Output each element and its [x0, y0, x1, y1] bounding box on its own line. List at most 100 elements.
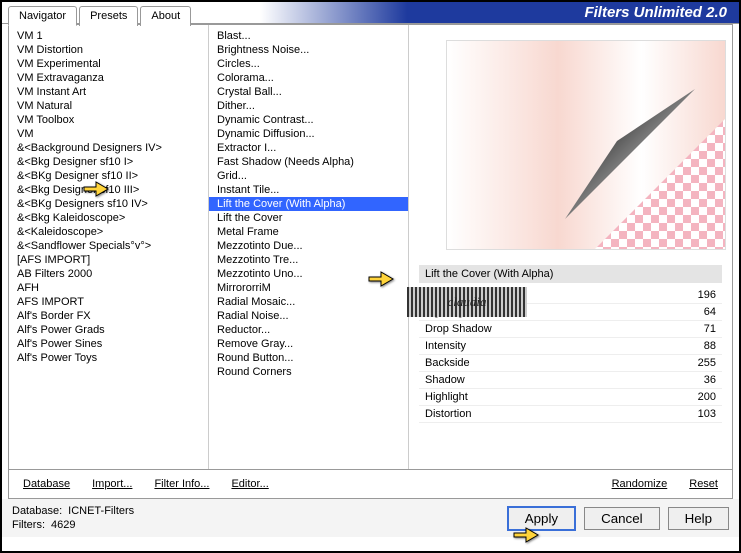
- filters-value: 4629: [51, 519, 75, 531]
- param-row[interactable]: Backside 255: [419, 355, 722, 372]
- list-item[interactable]: Round Button...: [209, 351, 408, 365]
- filters-label: Filters:: [12, 519, 45, 531]
- list-item[interactable]: Mezzotinto Uno...: [209, 267, 408, 281]
- list-item[interactable]: Brightness Noise...: [209, 43, 408, 57]
- list-item[interactable]: Round Corners: [209, 365, 408, 379]
- tabs: Navigator Presets About: [8, 6, 193, 26]
- param-name: Distortion: [425, 408, 471, 420]
- param-value: 196: [698, 289, 716, 301]
- apply-button[interactable]: Apply: [507, 506, 576, 531]
- cancel-button[interactable]: Cancel: [584, 507, 660, 530]
- list-item[interactable]: VM 1: [9, 29, 208, 43]
- param-name: Drop Shadow: [425, 323, 492, 335]
- list-item[interactable]: [AFS IMPORT]: [9, 253, 208, 267]
- help-button[interactable]: Help: [668, 507, 729, 530]
- link-row: Database Import... Filter Info... Editor…: [8, 470, 733, 499]
- db-value: ICNET-Filters: [68, 505, 134, 517]
- list-item[interactable]: AFH: [9, 281, 208, 295]
- list-item[interactable]: Dynamic Contrast...: [209, 113, 408, 127]
- tab-about[interactable]: About: [140, 6, 191, 26]
- list-item[interactable]: Lift the Cover: [209, 211, 408, 225]
- list-item[interactable]: Dither...: [209, 99, 408, 113]
- param-name: Shadow: [425, 374, 465, 386]
- preview-panel: Lift the Cover (With Alpha) Edge Positio…: [409, 25, 732, 469]
- param-row[interactable]: Drop Shadow 71: [419, 321, 722, 338]
- list-item[interactable]: Lift the Cover (With Alpha): [209, 197, 408, 211]
- preview-image-area: [409, 25, 732, 265]
- list-item[interactable]: Reductor...: [209, 323, 408, 337]
- bottom-bar: Database: ICNET-Filters Filters: 4629 Appl…: [2, 499, 739, 537]
- list-item[interactable]: Radial Noise...: [209, 309, 408, 323]
- import-link[interactable]: Import...: [88, 476, 136, 492]
- param-row[interactable]: Distortion 103: [419, 406, 722, 423]
- list-item[interactable]: MirrororriM: [209, 281, 408, 295]
- list-item[interactable]: &<Bkg Designer sf10 III>: [9, 183, 208, 197]
- param-value: 71: [704, 323, 716, 335]
- list-item[interactable]: Instant Tile...: [209, 183, 408, 197]
- filter-panel: Blast...Brightness Noise...Circles...Col…: [209, 25, 409, 469]
- list-item[interactable]: Blast...: [209, 29, 408, 43]
- list-item[interactable]: &<Kaleidoscope>: [9, 225, 208, 239]
- list-item[interactable]: VM Toolbox: [9, 113, 208, 127]
- param-row[interactable]: Shadow 36: [419, 372, 722, 389]
- list-item[interactable]: VM Distortion: [9, 43, 208, 57]
- list-item[interactable]: Mezzotinto Due...: [209, 239, 408, 253]
- list-item[interactable]: Remove Gray...: [209, 337, 408, 351]
- tab-navigator[interactable]: Navigator: [8, 6, 77, 26]
- list-item[interactable]: Alf's Power Grads: [9, 323, 208, 337]
- list-item[interactable]: VM: [9, 127, 208, 141]
- filter-list[interactable]: Blast...Brightness Noise...Circles...Col…: [209, 25, 408, 469]
- list-item[interactable]: Metal Frame: [209, 225, 408, 239]
- db-label: Database:: [12, 505, 62, 517]
- param-title: Lift the Cover (With Alpha): [419, 265, 722, 283]
- list-item[interactable]: Circles...: [209, 57, 408, 71]
- list-item[interactable]: &<Sandflower Specials°v°>: [9, 239, 208, 253]
- list-item[interactable]: VM Extravaganza: [9, 71, 208, 85]
- param-value: 88: [704, 340, 716, 352]
- list-item[interactable]: VM Natural: [9, 99, 208, 113]
- list-item[interactable]: Alf's Power Toys: [9, 351, 208, 365]
- list-item[interactable]: VM Experimental: [9, 57, 208, 71]
- list-item[interactable]: Extractor I...: [209, 141, 408, 155]
- info: Database: ICNET-Filters Filters: 4629: [12, 505, 134, 531]
- randomize-link[interactable]: Randomize: [608, 476, 672, 492]
- param-value: 200: [698, 391, 716, 403]
- tab-presets[interactable]: Presets: [79, 6, 138, 26]
- param-value: 103: [698, 408, 716, 420]
- list-item[interactable]: &<BKg Designers sf10 IV>: [9, 197, 208, 211]
- header: Navigator Presets About Filters Unlimite…: [2, 2, 739, 24]
- category-panel: VM 1VM DistortionVM ExperimentalVM Extra…: [9, 25, 209, 469]
- list-item[interactable]: Alf's Border FX: [9, 309, 208, 323]
- param-row[interactable]: Highlight 200: [419, 389, 722, 406]
- list-item[interactable]: &<Bkg Kaleidoscope>: [9, 211, 208, 225]
- preview-canvas: [446, 40, 726, 250]
- main: VM 1VM DistortionVM ExperimentalVM Extra…: [8, 24, 733, 470]
- param-value: 36: [704, 374, 716, 386]
- list-item[interactable]: Alf's Power Sines: [9, 337, 208, 351]
- list-item[interactable]: Grid...: [209, 169, 408, 183]
- list-item[interactable]: Colorama...: [209, 71, 408, 85]
- list-item[interactable]: &<Bkg Designer sf10 I>: [9, 155, 208, 169]
- list-item[interactable]: Fast Shadow (Needs Alpha): [209, 155, 408, 169]
- param-value: 255: [698, 357, 716, 369]
- param-value: 64: [704, 306, 716, 318]
- watermark: claudia: [407, 287, 527, 317]
- list-item[interactable]: Mezzotinto Tre...: [209, 253, 408, 267]
- editor-link[interactable]: Editor...: [227, 476, 272, 492]
- list-item[interactable]: &<Background Designers IV>: [9, 141, 208, 155]
- list-item[interactable]: VM Instant Art: [9, 85, 208, 99]
- param-row[interactable]: Intensity 88: [419, 338, 722, 355]
- list-item[interactable]: AB Filters 2000: [9, 267, 208, 281]
- list-item[interactable]: AFS IMPORT: [9, 295, 208, 309]
- filterinfo-link[interactable]: Filter Info...: [150, 476, 213, 492]
- database-link[interactable]: Database: [19, 476, 74, 492]
- list-item[interactable]: Crystal Ball...: [209, 85, 408, 99]
- reset-link[interactable]: Reset: [685, 476, 722, 492]
- param-name: Backside: [425, 357, 470, 369]
- list-item[interactable]: Dynamic Diffusion...: [209, 127, 408, 141]
- list-item[interactable]: &<BKg Designer sf10 II>: [9, 169, 208, 183]
- param-name: Intensity: [425, 340, 466, 352]
- param-name: Highlight: [425, 391, 468, 403]
- category-list[interactable]: VM 1VM DistortionVM ExperimentalVM Extra…: [9, 25, 208, 469]
- list-item[interactable]: Radial Mosaic...: [209, 295, 408, 309]
